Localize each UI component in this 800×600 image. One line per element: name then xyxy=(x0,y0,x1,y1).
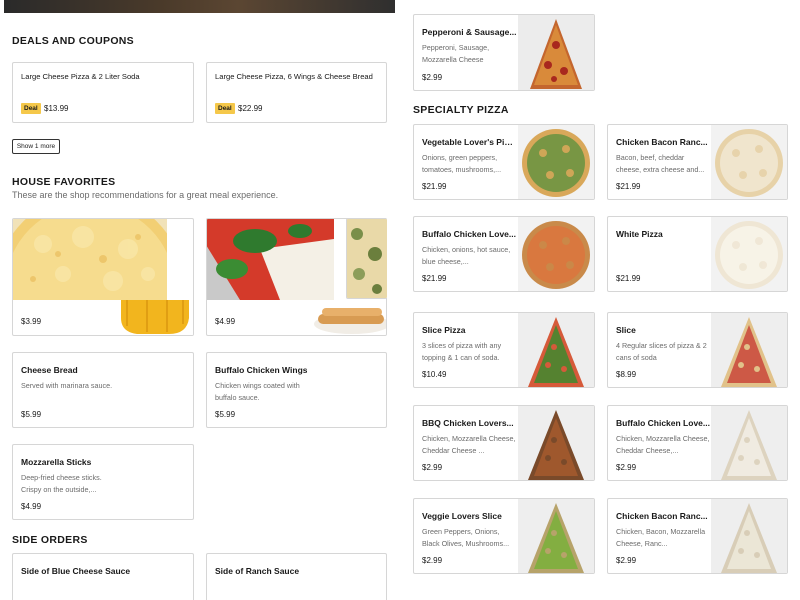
deal-price: $22.99 xyxy=(238,104,263,113)
item-name: Buffalo Chicken Wings xyxy=(215,365,308,375)
favorite-price: $4.99 xyxy=(215,317,236,326)
item-name: Mozzarella Sticks xyxy=(21,457,92,467)
item-description: Deep-fried cheese sticks. Crispy on the … xyxy=(21,473,102,494)
cheese-bread-image xyxy=(117,300,193,335)
deal-card[interactable]: Large Cheese Pizza, 6 Wings & Cheese Bre… xyxy=(206,62,387,123)
sides-section-title: SIDE ORDERS xyxy=(12,534,88,546)
item-name: Slice Pizza xyxy=(422,325,466,335)
item-description: Onions, green peppers, tomatoes, mushroo… xyxy=(422,153,502,174)
menu-item-card[interactable]: Vegetable Lover's Pizza Onions, green pep… xyxy=(413,124,595,200)
menu-item-card[interactable]: Mozzarella Sticks Deep-fried cheese stic… xyxy=(12,444,194,520)
pepperoni-slice-image xyxy=(518,15,594,90)
menu-item-card[interactable]: Buffalo Chicken Love... Chicken, onions, … xyxy=(413,216,595,292)
deal-name: Large Cheese Pizza & 2 Liter Soda xyxy=(21,72,140,81)
item-price: $5.99 xyxy=(215,410,236,419)
item-description: 3 slices of pizza with any topping & 1 c… xyxy=(422,341,502,362)
pizza-image xyxy=(711,125,787,199)
menu-item-card[interactable]: White Pizza $21.99 xyxy=(607,216,788,292)
item-description: Chicken wings coated with buffalo sauce. xyxy=(215,381,300,402)
item-price: $2.99 xyxy=(422,463,443,472)
item-description: Chicken, Mozzarella Cheese, Cheddar Chee… xyxy=(422,434,516,455)
menu-item-card[interactable]: Buffalo Chicken Wings Chicken wings coat… xyxy=(206,352,387,428)
favorite-carousel-card[interactable] xyxy=(346,218,387,299)
item-name: Cheese Bread xyxy=(21,365,78,375)
menu-item-card[interactable]: Slice Pizza 3 slices of pizza with any to… xyxy=(413,312,595,388)
favorites-section-title: HOUSE FAVORITES xyxy=(12,176,116,188)
menu-item-card[interactable]: Chicken Bacon Ranc... Chicken, Bacon, Moz… xyxy=(607,498,788,574)
pizza-image xyxy=(518,406,594,480)
item-price: $21.99 xyxy=(422,274,447,283)
menu-item-card[interactable]: Buffalo Chicken Love... Chicken, Mozzarel… xyxy=(607,405,788,481)
item-name: Side of Ranch Sauce xyxy=(215,566,300,576)
menu-item-card[interactable]: Side of Ranch Sauce xyxy=(206,553,387,600)
item-description: 4 Regular slices of pizza & 2 cans of so… xyxy=(616,341,707,362)
item-price: $4.99 xyxy=(21,502,42,511)
pizza-image xyxy=(711,406,787,480)
cheese-pizza-image xyxy=(13,219,167,300)
item-price: $10.49 xyxy=(422,370,447,379)
item-name: White Pizza xyxy=(616,229,663,239)
show-more-button[interactable]: Show 1 more xyxy=(12,139,60,154)
menu-item-card[interactable]: BBQ Chicken Lovers... Chicken, Mozzarella… xyxy=(413,405,595,481)
pizza-image xyxy=(518,499,594,573)
menu-item-card[interactable]: Veggie Lovers Slice Green Peppers, Onions… xyxy=(413,498,595,574)
item-name: Buffalo Chicken Love... xyxy=(422,229,516,239)
item-description: Pepperoni, Sausage, Mozzarella Cheese xyxy=(422,43,490,64)
item-description: Served with marinara sauce. xyxy=(21,381,113,390)
favorite-carousel-card[interactable]: $3.99 xyxy=(12,218,194,336)
item-price: $21.99 xyxy=(616,274,641,283)
item-price: $2.99 xyxy=(616,463,637,472)
item-name: Chicken Bacon Ranc... xyxy=(616,137,708,147)
menu-item-card[interactable]: Chicken Bacon Ranc... Bacon, beef, chedda… xyxy=(607,124,788,200)
item-price: $8.99 xyxy=(616,370,637,379)
item-price: $21.99 xyxy=(616,182,641,191)
pizza-image xyxy=(711,499,787,573)
hero-banner-image xyxy=(4,0,395,13)
item-description: Chicken, onions, hot sauce, blue cheese,… xyxy=(422,245,511,266)
item-description xyxy=(616,244,711,278)
margherita-slice-image xyxy=(207,219,334,300)
favorites-subtitle: These are the shop recommendations for a… xyxy=(12,190,279,200)
item-name: Slice xyxy=(616,325,636,335)
pizza-image xyxy=(518,217,594,291)
pizza-image xyxy=(711,313,787,387)
item-name: Chicken Bacon Ranc... xyxy=(616,511,708,521)
deal-badge: Deal xyxy=(21,103,41,114)
item-name: BBQ Chicken Lovers... xyxy=(422,418,514,428)
item-description: Chicken, Bacon, Mozzarella Cheese, Ranc.… xyxy=(616,527,706,548)
pizza-image xyxy=(518,313,594,387)
item-name: Side of Blue Cheese Sauce xyxy=(21,566,131,576)
pizza-image xyxy=(518,125,594,199)
specialty-section-title: SPECIALTY PIZZA xyxy=(413,104,509,116)
item-price: $21.99 xyxy=(422,182,447,191)
menu-item-card[interactable]: Side of Blue Cheese Sauce xyxy=(12,553,194,600)
item-price: $5.99 xyxy=(21,410,42,419)
breadsticks-image xyxy=(312,300,386,335)
item-price: $2.99 xyxy=(422,556,443,565)
menu-item-card[interactable]: Pepperoni & Sausage... Pepperoni, Sausag… xyxy=(413,14,595,91)
item-name: Pepperoni & Sausage... xyxy=(422,27,517,37)
pizza-image xyxy=(711,217,787,291)
item-description: Chicken, Mozzarella Cheese, Cheddar Chee… xyxy=(616,434,710,455)
menu-item-card[interactable]: Slice 4 Regular slices of pizza & 2 cans … xyxy=(607,312,788,388)
deals-section-title: DEALS AND COUPONS xyxy=(12,35,134,47)
deal-name: Large Cheese Pizza, 6 Wings & Cheese Bre… xyxy=(215,72,373,81)
item-price: $2.99 xyxy=(616,556,637,565)
favorite-price: $3.99 xyxy=(21,317,42,326)
item-description: Green Peppers, Onions, Black Olives, Mus… xyxy=(422,527,510,548)
item-name: Veggie Lovers Slice xyxy=(422,511,502,521)
menu-item-card[interactable]: Cheese Bread Served with marinara sauce.… xyxy=(12,352,194,428)
item-description: Bacon, beef, cheddar cheese, extra chees… xyxy=(616,153,705,174)
deal-card[interactable]: Large Cheese Pizza & 2 Liter Soda Deal $… xyxy=(12,62,194,123)
item-name: Buffalo Chicken Love... xyxy=(616,418,710,428)
veggie-pizza-image xyxy=(347,219,387,298)
item-price: $2.99 xyxy=(422,73,443,82)
item-name: Vegetable Lover's Pizza xyxy=(422,137,517,147)
deal-badge: Deal xyxy=(215,103,235,114)
deal-price: $13.99 xyxy=(44,104,69,113)
